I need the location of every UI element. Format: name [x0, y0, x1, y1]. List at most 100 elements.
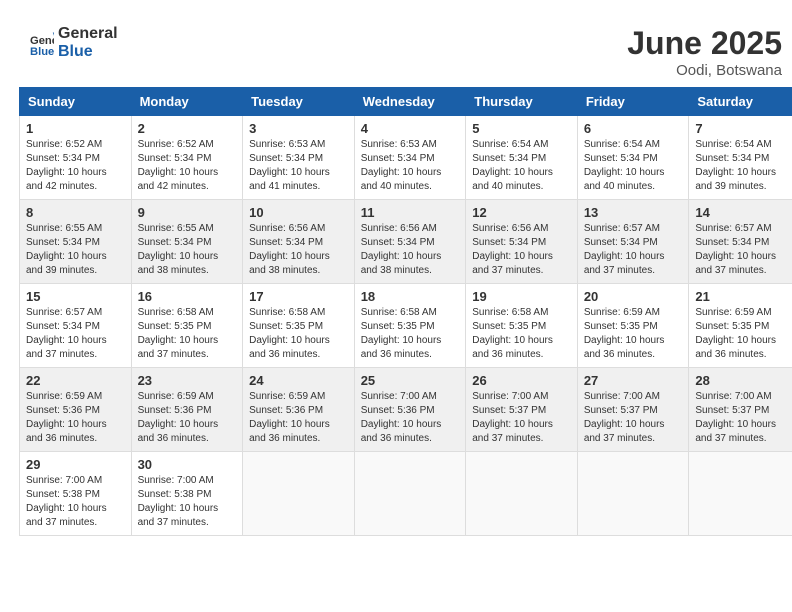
day-info: Sunrise: 7:00 AMSunset: 5:37 PMDaylight:… — [584, 390, 683, 446]
empty-cell — [689, 452, 792, 536]
day-info: Sunrise: 6:58 AMSunset: 5:35 PMDaylight:… — [472, 306, 571, 362]
day-info: Sunrise: 6:56 AMSunset: 5:34 PMDaylight:… — [361, 222, 460, 278]
day-cell-13: 13 Sunrise: 6:57 AMSunset: 5:34 PMDaylig… — [577, 200, 689, 284]
col-friday: Friday — [577, 88, 689, 116]
day-cell-16: 16 Sunrise: 6:58 AMSunset: 5:35 PMDaylig… — [131, 284, 243, 368]
day-info: Sunrise: 7:00 AMSunset: 5:38 PMDaylight:… — [138, 474, 237, 530]
day-number: 25 — [361, 373, 460, 388]
empty-cell — [354, 452, 466, 536]
day-cell-7: 7 Sunrise: 6:54 AMSunset: 5:34 PMDayligh… — [689, 116, 792, 200]
calendar-week-4: 22 Sunrise: 6:59 AMSunset: 5:36 PMDaylig… — [20, 368, 792, 452]
day-number: 9 — [138, 205, 237, 220]
day-cell-2: 2 Sunrise: 6:52 AMSunset: 5:34 PMDayligh… — [131, 116, 243, 200]
day-cell-5: 5 Sunrise: 6:54 AMSunset: 5:34 PMDayligh… — [466, 116, 578, 200]
empty-cell — [243, 452, 355, 536]
col-tuesday: Tuesday — [243, 88, 355, 116]
day-cell-18: 18 Sunrise: 6:58 AMSunset: 5:35 PMDaylig… — [354, 284, 466, 368]
day-cell-22: 22 Sunrise: 6:59 AMSunset: 5:36 PMDaylig… — [20, 368, 132, 452]
day-cell-19: 19 Sunrise: 6:58 AMSunset: 5:35 PMDaylig… — [466, 284, 578, 368]
day-cell-10: 10 Sunrise: 6:56 AMSunset: 5:34 PMDaylig… — [243, 200, 355, 284]
day-info: Sunrise: 6:59 AMSunset: 5:36 PMDaylight:… — [249, 390, 348, 446]
page-container: General Blue General Blue June 2025 Oodi… — [10, 10, 792, 541]
day-cell-6: 6 Sunrise: 6:54 AMSunset: 5:34 PMDayligh… — [577, 116, 689, 200]
day-info: Sunrise: 6:53 AMSunset: 5:34 PMDaylight:… — [249, 138, 348, 194]
day-info: Sunrise: 6:53 AMSunset: 5:34 PMDaylight:… — [361, 138, 460, 194]
day-number: 8 — [26, 205, 125, 220]
day-info: Sunrise: 7:00 AMSunset: 5:36 PMDaylight:… — [361, 390, 460, 446]
day-number: 7 — [695, 121, 792, 136]
day-info: Sunrise: 6:59 AMSunset: 5:36 PMDaylight:… — [138, 390, 237, 446]
day-info: Sunrise: 6:54 AMSunset: 5:34 PMDaylight:… — [472, 138, 571, 194]
generalblue-logo-icon: General Blue — [30, 31, 54, 55]
calendar-table: Sunday Monday Tuesday Wednesday Thursday… — [19, 87, 792, 536]
day-number: 6 — [584, 121, 683, 136]
day-info: Sunrise: 6:56 AMSunset: 5:34 PMDaylight:… — [249, 222, 348, 278]
day-info: Sunrise: 6:54 AMSunset: 5:34 PMDaylight:… — [584, 138, 683, 194]
col-sunday: Sunday — [20, 88, 132, 116]
empty-cell — [466, 452, 578, 536]
day-cell-11: 11 Sunrise: 6:56 AMSunset: 5:34 PMDaylig… — [354, 200, 466, 284]
day-cell-28: 28 Sunrise: 7:00 AMSunset: 5:37 PMDaylig… — [689, 368, 792, 452]
day-number: 30 — [138, 457, 237, 472]
day-info: Sunrise: 6:55 AMSunset: 5:34 PMDaylight:… — [138, 222, 237, 278]
day-cell-27: 27 Sunrise: 7:00 AMSunset: 5:37 PMDaylig… — [577, 368, 689, 452]
day-cell-3: 3 Sunrise: 6:53 AMSunset: 5:34 PMDayligh… — [243, 116, 355, 200]
day-info: Sunrise: 6:59 AMSunset: 5:35 PMDaylight:… — [584, 306, 683, 362]
logo-blue-text: Blue — [58, 43, 118, 61]
day-info: Sunrise: 6:56 AMSunset: 5:34 PMDaylight:… — [472, 222, 571, 278]
col-saturday: Saturday — [689, 88, 792, 116]
day-number: 20 — [584, 289, 683, 304]
day-info: Sunrise: 6:58 AMSunset: 5:35 PMDaylight:… — [361, 306, 460, 362]
day-cell-26: 26 Sunrise: 7:00 AMSunset: 5:37 PMDaylig… — [466, 368, 578, 452]
day-number: 13 — [584, 205, 683, 220]
calendar-header-row: Sunday Monday Tuesday Wednesday Thursday… — [20, 88, 792, 116]
day-cell-4: 4 Sunrise: 6:53 AMSunset: 5:34 PMDayligh… — [354, 116, 466, 200]
day-info: Sunrise: 7:00 AMSunset: 5:38 PMDaylight:… — [26, 474, 125, 530]
day-cell-20: 20 Sunrise: 6:59 AMSunset: 5:35 PMDaylig… — [577, 284, 689, 368]
day-number: 24 — [249, 373, 348, 388]
header: General Blue General Blue June 2025 Oodi… — [15, 15, 792, 87]
day-number: 22 — [26, 373, 125, 388]
day-info: Sunrise: 7:00 AMSunset: 5:37 PMDaylight:… — [695, 390, 792, 446]
day-cell-1: 1 Sunrise: 6:52 AMSunset: 5:34 PMDayligh… — [20, 116, 132, 200]
col-wednesday: Wednesday — [354, 88, 466, 116]
day-number: 23 — [138, 373, 237, 388]
day-number: 21 — [695, 289, 792, 304]
day-info: Sunrise: 6:57 AMSunset: 5:34 PMDaylight:… — [26, 306, 125, 362]
day-cell-14: 14 Sunrise: 6:57 AMSunset: 5:34 PMDaylig… — [689, 200, 792, 284]
day-info: Sunrise: 6:59 AMSunset: 5:35 PMDaylight:… — [695, 306, 792, 362]
day-number: 16 — [138, 289, 237, 304]
day-info: Sunrise: 6:55 AMSunset: 5:34 PMDaylight:… — [26, 222, 125, 278]
logo: General Blue General Blue — [30, 25, 118, 60]
day-info: Sunrise: 6:59 AMSunset: 5:36 PMDaylight:… — [26, 390, 125, 446]
day-info: Sunrise: 6:52 AMSunset: 5:34 PMDaylight:… — [26, 138, 125, 194]
day-number: 5 — [472, 121, 571, 136]
day-info: Sunrise: 6:58 AMSunset: 5:35 PMDaylight:… — [249, 306, 348, 362]
day-number: 26 — [472, 373, 571, 388]
location-title: Oodi, Botswana — [627, 62, 782, 79]
day-info: Sunrise: 6:54 AMSunset: 5:34 PMDaylight:… — [695, 138, 792, 194]
day-cell-15: 15 Sunrise: 6:57 AMSunset: 5:34 PMDaylig… — [20, 284, 132, 368]
day-cell-21: 21 Sunrise: 6:59 AMSunset: 5:35 PMDaylig… — [689, 284, 792, 368]
day-number: 3 — [249, 121, 348, 136]
day-cell-24: 24 Sunrise: 6:59 AMSunset: 5:36 PMDaylig… — [243, 368, 355, 452]
svg-text:Blue: Blue — [30, 46, 54, 55]
day-number: 17 — [249, 289, 348, 304]
day-cell-25: 25 Sunrise: 7:00 AMSunset: 5:36 PMDaylig… — [354, 368, 466, 452]
day-number: 10 — [249, 205, 348, 220]
day-cell-9: 9 Sunrise: 6:55 AMSunset: 5:34 PMDayligh… — [131, 200, 243, 284]
calendar-week-2: 8 Sunrise: 6:55 AMSunset: 5:34 PMDayligh… — [20, 200, 792, 284]
day-info: Sunrise: 6:58 AMSunset: 5:35 PMDaylight:… — [138, 306, 237, 362]
day-number: 4 — [361, 121, 460, 136]
calendar-week-1: 1 Sunrise: 6:52 AMSunset: 5:34 PMDayligh… — [20, 116, 792, 200]
day-cell-17: 17 Sunrise: 6:58 AMSunset: 5:35 PMDaylig… — [243, 284, 355, 368]
calendar-week-3: 15 Sunrise: 6:57 AMSunset: 5:34 PMDaylig… — [20, 284, 792, 368]
day-number: 14 — [695, 205, 792, 220]
month-title: June 2025 — [627, 25, 782, 62]
col-monday: Monday — [131, 88, 243, 116]
day-info: Sunrise: 7:00 AMSunset: 5:37 PMDaylight:… — [472, 390, 571, 446]
title-area: June 2025 Oodi, Botswana — [627, 25, 782, 79]
day-number: 28 — [695, 373, 792, 388]
day-number: 29 — [26, 457, 125, 472]
day-cell-30: 30 Sunrise: 7:00 AMSunset: 5:38 PMDaylig… — [131, 452, 243, 536]
